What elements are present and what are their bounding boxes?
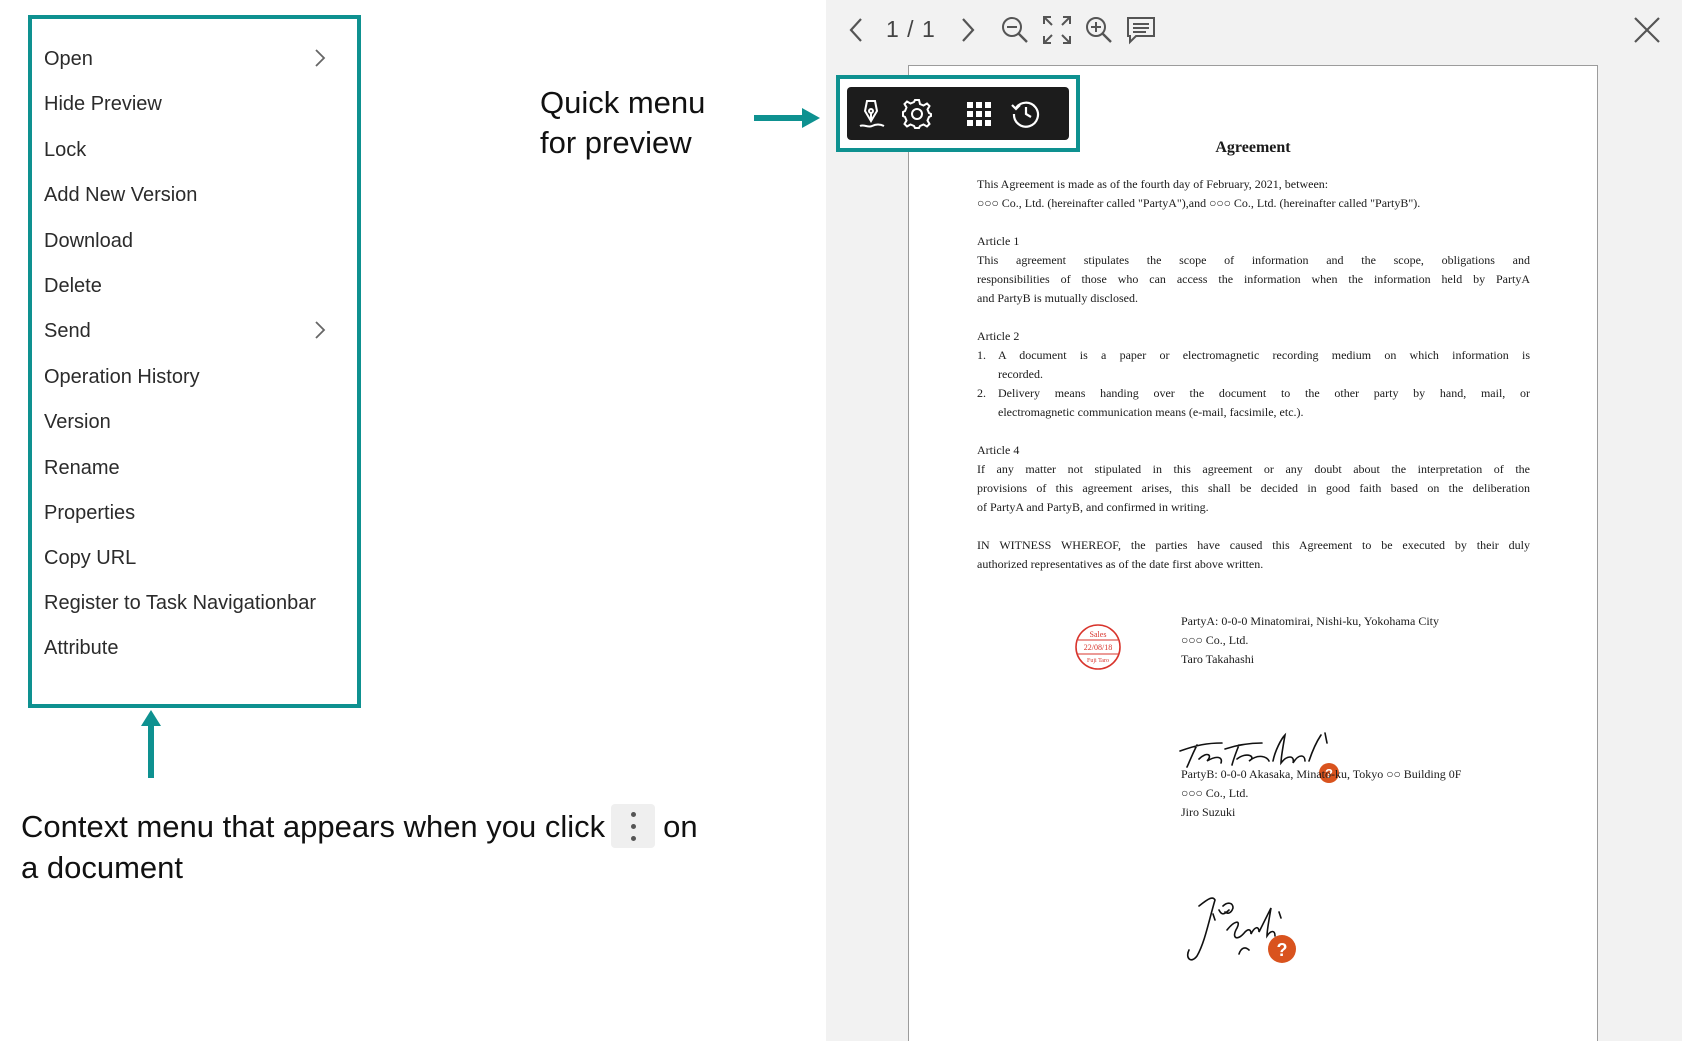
article-line: provisions of this agreement arises, thi… (977, 481, 1530, 495)
kebab-menu-icon (611, 803, 656, 848)
page-counter: 1 / 1 (886, 16, 936, 42)
menu-item-rename[interactable]: Rename (32, 448, 357, 488)
article-line: electromagnetic communication means (e-m… (998, 405, 1304, 419)
menu-item-label: Version (44, 410, 111, 433)
menu-item-operation-history[interactable]: Operation History (32, 357, 357, 397)
menu-item-label: Register to Task Navigationbar (44, 591, 316, 614)
menu-item-label: Lock (44, 138, 87, 161)
menu-item-label: Properties (44, 501, 136, 524)
party-a-address: PartyA: 0-0-0 Minatomirai, Nishi-ku, Yok… (1181, 614, 1439, 628)
gear-icon[interactable] (900, 97, 934, 131)
menu-item-label: Operation History (44, 365, 200, 388)
article-line: A document is a paper or electromagnetic… (998, 348, 1530, 362)
zoom-in-icon[interactable] (1082, 13, 1116, 47)
menu-item-send[interactable]: Send (32, 311, 357, 351)
menu-item-download[interactable]: Download (32, 221, 357, 261)
pen-sign-icon[interactable] (854, 97, 888, 131)
menu-item-version[interactable]: Version (32, 402, 357, 442)
quick-menu (847, 87, 1069, 140)
menu-item-copy-url[interactable]: Copy URL (32, 538, 357, 578)
article-heading: Article 2 (977, 329, 1020, 343)
menu-item-lock[interactable]: Lock (32, 130, 357, 170)
seal-text: Fuji Taro (1087, 658, 1109, 664)
menu-item-label: Download (44, 229, 133, 252)
chevron-right-icon (309, 47, 331, 69)
party-a-name: Taro Takahashi (1181, 652, 1255, 666)
intro-line: ○○○ Co., Ltd. (hereinafter called "Party… (977, 196, 1421, 210)
preview-toolbar: 1 / 1 (826, 0, 1682, 62)
article-line: recorded. (998, 367, 1043, 381)
context-menu-annotation: Context menu that appears when you click… (21, 803, 698, 888)
party-b-name: Jiro Suzuki (1181, 805, 1236, 819)
history-icon[interactable] (1009, 97, 1043, 131)
menu-item-attribute[interactable]: Attribute (32, 628, 357, 668)
close-icon[interactable] (1630, 13, 1664, 47)
menu-item-add-new-version[interactable]: Add New Version (32, 175, 357, 215)
list-number: 2. (977, 386, 986, 400)
preview-panel: 1 / 1 Agreement This Agreement is made a… (826, 0, 1682, 1041)
article-line: and PartyB is mutually disclosed. (977, 291, 1138, 305)
signature-jiro: ? (1186, 897, 1296, 963)
intro-line: This Agreement is made as of the fourth … (977, 177, 1329, 191)
menu-item-label: Send (44, 319, 91, 342)
menu-item-label: Attribute (44, 636, 119, 659)
seal-text: Sales (1090, 630, 1107, 639)
zoom-out-icon[interactable] (998, 13, 1032, 47)
menu-item-delete[interactable]: Delete (32, 266, 357, 306)
arrow-right-icon (754, 108, 820, 128)
quick-menu-annotation: Quick menu for preview (540, 83, 705, 163)
witness-line: IN WITNESS WHEREOF, the parties have cau… (977, 538, 1530, 552)
menu-item-label: Rename (44, 456, 120, 479)
menu-item-properties[interactable]: Properties (32, 493, 357, 533)
comment-icon[interactable] (1124, 13, 1158, 47)
article-line: responsibilities of those who can access… (977, 272, 1530, 286)
chevron-right-icon (309, 319, 331, 341)
article-line: Delivery means handing over the document… (998, 386, 1530, 400)
annotation-line: for preview (540, 125, 692, 160)
quick-menu-highlight (836, 75, 1080, 152)
article-heading: Article 4 (977, 443, 1020, 457)
annotation-line: Context menu that appears when you click (21, 809, 606, 844)
menu-item-register-to-task-navigationbar[interactable]: Register to Task Navigationbar (32, 583, 357, 623)
annotation-line: a document (21, 849, 183, 885)
menu-item-label: Add New Version (44, 183, 198, 206)
party-b-address: PartyB: 0-0-0 Akasaka, Minato-ku, Tokyo … (1181, 767, 1462, 781)
party-b-company: ○○○ Co., Ltd. (1181, 786, 1249, 800)
party-a-company: ○○○ Co., Ltd. (1181, 633, 1249, 647)
fit-screen-icon[interactable] (1040, 13, 1074, 47)
list-number: 1. (977, 348, 986, 362)
menu-item-hide-preview[interactable]: Hide Preview (32, 84, 357, 124)
chevron-right-icon[interactable] (950, 13, 984, 47)
article-line: This agreement stipulates the scope of i… (977, 253, 1530, 267)
context-menu: Open Hide Preview Lock Add New Version D… (28, 15, 361, 708)
menu-item-label: Open (44, 47, 93, 70)
arrow-up-icon (141, 710, 161, 778)
menu-item-label: Delete (44, 274, 102, 297)
menu-item-label: Copy URL (44, 546, 137, 569)
seal-stamp-icon: Sales 22/08/18 Fuji Taro (1075, 624, 1121, 670)
article-line: of PartyA and PartyB, and confirmed in w… (977, 500, 1209, 514)
annotation-line: on (663, 809, 698, 844)
menu-item-label: Hide Preview (44, 92, 162, 115)
seal-text: 22/08/18 (1084, 643, 1112, 652)
menu-item-open[interactable]: Open (32, 39, 357, 79)
witness-line: authorized representatives as of the dat… (977, 557, 1264, 571)
document-page: Agreement This Agreement is made as of t… (908, 65, 1598, 1041)
chevron-left-icon[interactable] (840, 13, 874, 47)
annotation-line: Quick menu (540, 85, 706, 120)
grid-icon[interactable] (962, 97, 996, 131)
article-line: If any matter not stipulated in this agr… (977, 462, 1530, 476)
badge-text: ? (1277, 940, 1288, 960)
article-heading: Article 1 (977, 234, 1020, 248)
